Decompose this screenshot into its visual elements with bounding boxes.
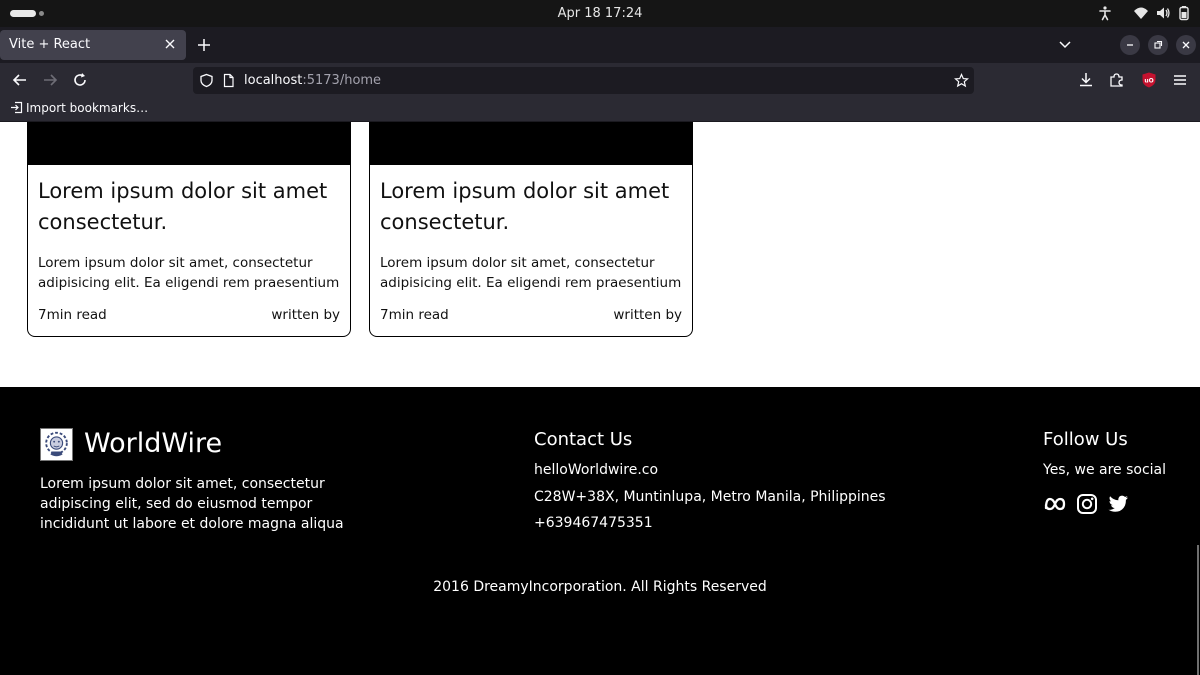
chevron-down-icon[interactable] — [1058, 39, 1072, 51]
follow-heading: Follow Us — [1043, 429, 1128, 450]
contact-phone[interactable]: +639467475351 — [534, 515, 653, 531]
url-text[interactable]: localhost:5173/home — [244, 73, 381, 88]
card-title: Lorem ipsum dolor sit amet consectetur. — [38, 179, 328, 234]
card-image — [28, 122, 350, 165]
contact-address: C28W+38X, Muntinlupa, Metro Manila, Phil… — [534, 489, 886, 505]
site-footer: WorldWire Lorem ipsum dolor sit amet, co… — [0, 387, 1200, 675]
svg-text:uO: uO — [1144, 78, 1153, 85]
card-description: Lorem ipsum dolor sit amet, consectetur … — [38, 255, 340, 291]
browser-nav-bar: localhost:5173/home uO — [0, 63, 1200, 97]
card-read-time: 7min read — [38, 307, 107, 323]
ublock-origin-icon[interactable]: uO — [1140, 71, 1158, 89]
card-image — [370, 122, 692, 165]
back-arrow-icon[interactable] — [11, 71, 29, 89]
forward-arrow-icon[interactable] — [41, 71, 59, 89]
tab-vite-react[interactable]: Vite + React — [0, 30, 186, 60]
os-clock[interactable]: Apr 18 17:24 — [0, 6, 1200, 21]
page-scrollbar[interactable] — [1197, 545, 1199, 675]
accessibility-icon[interactable] — [1097, 5, 1113, 21]
shield-icon[interactable] — [199, 73, 214, 88]
minimize-button[interactable] — [1120, 35, 1140, 55]
import-bookmarks-link[interactable]: Import bookmarks… — [10, 101, 148, 115]
new-tab-icon[interactable] — [196, 37, 212, 53]
url-bar[interactable]: localhost:5173/home — [193, 67, 974, 94]
brand-name[interactable]: WorldWire — [84, 428, 222, 459]
import-bookmarks-label: Import bookmarks… — [26, 101, 149, 115]
volume-icon[interactable] — [1155, 5, 1171, 21]
card-author: written by — [271, 307, 340, 323]
contact-email[interactable]: helloWorldwire.co — [534, 462, 658, 478]
os-top-bar: Apr 18 17:24 — [0, 0, 1200, 27]
url-path: :5173/home — [302, 73, 382, 88]
extensions-icon[interactable] — [1108, 71, 1126, 89]
article-card[interactable]: Lorem ipsum dolor sit amet consectetur. … — [369, 122, 693, 337]
downloads-icon[interactable] — [1077, 71, 1095, 89]
copyright-text: 2016 DreamyIncorporation. All Rights Res… — [433, 579, 767, 595]
reload-icon[interactable] — [71, 71, 89, 89]
instagram-icon[interactable] — [1075, 492, 1099, 516]
import-icon — [11, 101, 23, 114]
contact-heading: Contact Us — [534, 429, 633, 450]
page-icon[interactable] — [221, 73, 236, 88]
close-window-button[interactable] — [1176, 35, 1196, 55]
bookmark-star-icon[interactable] — [954, 73, 969, 88]
article-card[interactable]: Lorem ipsum dolor sit amet consectetur. … — [27, 122, 351, 337]
restore-icon — [1154, 40, 1163, 49]
card-description: Lorem ipsum dolor sit amet, consectetur … — [380, 255, 682, 291]
twitter-icon[interactable] — [1106, 492, 1130, 516]
url-host: localhost — [244, 73, 303, 88]
card-title: Lorem ipsum dolor sit amet consectetur. — [380, 179, 670, 234]
battery-icon[interactable] — [1176, 5, 1192, 21]
card-author: written by — [613, 307, 682, 323]
lion-logo-icon[interactable] — [40, 428, 73, 461]
minimize-icon — [1127, 44, 1133, 46]
wifi-icon[interactable] — [1133, 5, 1149, 21]
close-icon — [1182, 41, 1190, 49]
bookmarks-bar: Import bookmarks… — [0, 97, 1200, 122]
tab-title: Vite + React — [9, 37, 91, 52]
browser-tab-strip: Vite + React — [0, 27, 1200, 63]
follow-text: Yes, we are social — [1043, 462, 1167, 478]
meta-icon[interactable] — [1043, 492, 1067, 516]
close-tab-icon[interactable] — [163, 37, 177, 51]
menu-icon[interactable] — [1171, 71, 1189, 89]
restore-button[interactable] — [1148, 35, 1168, 55]
page-viewport: Lorem ipsum dolor sit amet consectetur. … — [0, 122, 1200, 675]
brand-description: Lorem ipsum dolor sit amet, consectetur … — [40, 476, 344, 532]
card-read-time: 7min read — [380, 307, 449, 323]
